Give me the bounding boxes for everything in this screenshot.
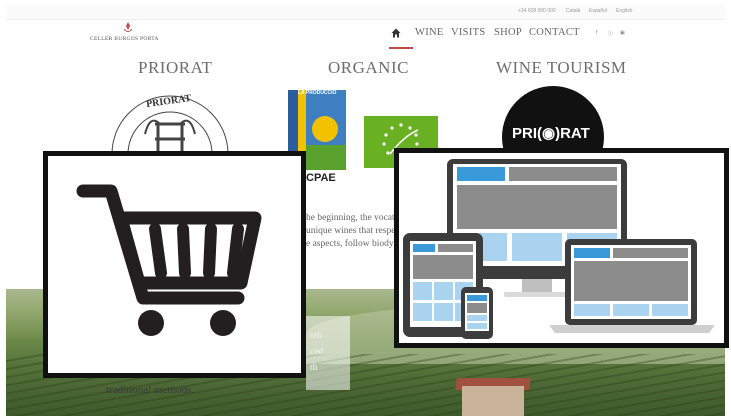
active-nav-underline <box>389 47 413 49</box>
intro-line-3: e aspects, follow biodyn <box>306 239 399 249</box>
phone-number: +34 608 000 000 <box>518 8 556 14</box>
section-title-organic: ORGANIC <box>328 58 409 77</box>
section-title-wine-tourism: WINE TOURISM <box>496 58 627 77</box>
farmhouse <box>462 386 524 416</box>
shopping-cart-icon <box>76 184 262 336</box>
ccpae-top-text: LA PRODUCCIÓ <box>298 90 337 96</box>
logo-icon[interactable] <box>121 21 135 35</box>
brand-name[interactable]: CELLER BURGOS PORTA <box>90 36 159 42</box>
landscape-text-3: th <box>310 363 318 373</box>
tourism-logo-text: PRI(◉)RAT <box>512 125 590 142</box>
landscape-text-1: oth <box>310 331 323 341</box>
nav-visits[interactable]: VISITS <box>451 27 485 38</box>
lang-espanol[interactable]: Español <box>589 8 607 14</box>
lang-catala[interactable]: Català <box>566 8 580 14</box>
nav-contact[interactable]: CONTACT <box>529 27 580 38</box>
video-icon[interactable]: ▣ <box>620 30 626 36</box>
nav-shop[interactable]: SHOP <box>494 27 522 38</box>
responsive-devices-panel[interactable] <box>394 148 729 348</box>
home-icon[interactable] <box>391 28 401 38</box>
landscape-text-2: ced <box>310 347 324 357</box>
top-bar: +34 608 000 000 Català Español English <box>6 4 725 20</box>
section-title-priorat: PRIORAT <box>138 58 213 77</box>
landscape-text-panel: oth ced th <box>306 316 350 390</box>
facebook-icon[interactable]: f <box>596 30 602 36</box>
responsive-devices-icon <box>403 159 715 339</box>
instagram-icon[interactable]: Ⓘ <box>608 30 614 37</box>
landscape-caption: traditional methods. <box>106 384 194 396</box>
ccpae-label: CPAE <box>306 172 336 184</box>
intro-line-2: unique wines that respec <box>306 226 400 236</box>
lang-english[interactable]: English <box>616 8 632 14</box>
shopping-cart-panel[interactable] <box>43 151 306 378</box>
nav-wine[interactable]: WINE <box>415 27 444 38</box>
intro-line-1: he beginning, the vocati <box>306 213 398 223</box>
